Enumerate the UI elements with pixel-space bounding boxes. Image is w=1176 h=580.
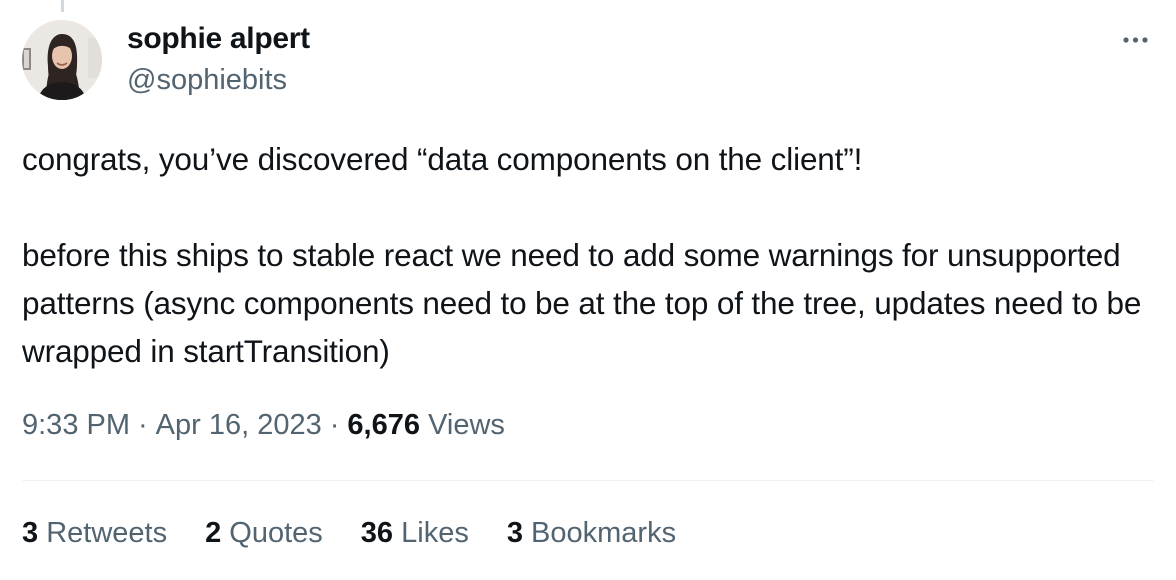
engagement-stats: 3 Retweets 2 Quotes 36 Likes 3 Bookmarks (22, 517, 676, 550)
author-handle[interactable]: @sophiebits (127, 64, 287, 97)
stat-count: 36 (360, 517, 394, 549)
divider (22, 480, 1154, 481)
stat-label: Quotes (229, 517, 323, 549)
avatar[interactable] (22, 20, 102, 100)
views-label: Views (428, 409, 505, 441)
more-horizontal-icon (1123, 37, 1148, 43)
tweet-date[interactable]: Apr 16, 2023 (156, 409, 322, 441)
tweet-metadata: 9:33 PM · Apr 16, 2023 · 6,676 Views (22, 409, 505, 442)
profile-photo-icon (22, 20, 102, 100)
tweet-paragraph: before this ships to stable react we nee… (22, 237, 1142, 369)
stat-label: Bookmarks (531, 517, 677, 549)
stat-retweets[interactable]: 3 Retweets (22, 517, 167, 550)
stat-count: 2 (205, 517, 222, 549)
tweet-paragraph: congrats, you’ve discovered “data compon… (22, 141, 863, 177)
stat-likes[interactable]: 36 Likes (361, 517, 469, 550)
thread-connector-line (61, 0, 64, 12)
stat-bookmarks[interactable]: 3 Bookmarks (507, 517, 676, 550)
author-display-name[interactable]: sophie alpert (127, 22, 310, 56)
stat-label: Likes (401, 517, 469, 549)
separator-dot: · (329, 409, 340, 441)
more-options-button[interactable] (1112, 22, 1156, 58)
stat-label: Retweets (46, 517, 168, 549)
stat-quotes[interactable]: 2 Quotes (205, 517, 323, 550)
stat-count: 3 (506, 517, 523, 549)
separator-dot: · (138, 409, 148, 441)
stat-count: 3 (22, 517, 39, 549)
views-count: 6,676 (347, 409, 420, 441)
tweet-time[interactable]: 9:33 PM (22, 409, 130, 441)
tweet-text: congrats, you’ve discovered “data compon… (22, 135, 1152, 375)
